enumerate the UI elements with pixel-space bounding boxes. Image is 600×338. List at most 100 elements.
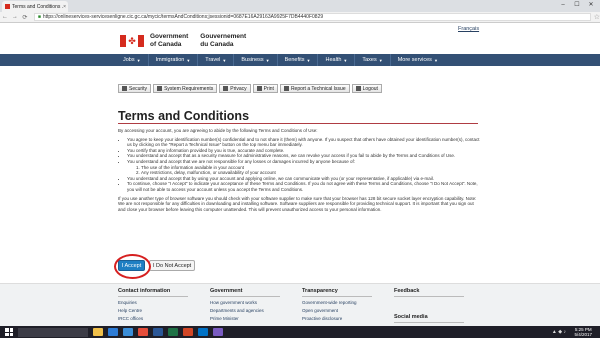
window-controls: – ☐ ✕ — [556, 0, 598, 10]
menu-item-travel[interactable]: Travel ▼ — [198, 54, 235, 66]
highlight-circle — [114, 254, 151, 279]
browser-tab-bar: Terms and Conditions ... × – ☐ ✕ — [0, 0, 600, 12]
chevron-down-icon: ▼ — [343, 57, 348, 63]
chevron-down-icon: ▼ — [222, 57, 227, 63]
footer-government: Government How government works Departme… — [210, 288, 280, 324]
footer-link[interactable]: Government-wide reporting — [302, 300, 372, 305]
sub-list: The use of the information available in … — [141, 165, 480, 176]
taskbar-clock[interactable]: 5:25 PM 5/4/2017 — [574, 327, 592, 337]
outlook-icon[interactable] — [198, 328, 208, 336]
footer-heading[interactable]: Feedback — [394, 288, 464, 297]
chevron-down-icon: ▼ — [433, 57, 438, 63]
footer-link[interactable]: Open government — [302, 308, 372, 313]
main-menu-bar: Jobs ▼ Immigration ▼ Travel ▼ Business ▼ Ben… — [0, 54, 600, 66]
terms-closing: If you use another type of browser softw… — [118, 195, 477, 212]
footer-heading: Transparency — [302, 288, 372, 297]
back-button[interactable]: ← — [0, 14, 10, 20]
menu-item-benefits[interactable]: Benefits ▼ — [278, 54, 319, 66]
menu-item-immigration[interactable]: Immigration ▼ — [149, 54, 199, 66]
report-icon — [283, 86, 289, 91]
address-bar: ← → ⟳ ■ https://onlineservices-servicesen… — [0, 12, 600, 23]
footer-feedback: Feedback Social media — [394, 288, 464, 326]
print-button[interactable]: Print — [252, 84, 278, 93]
chevron-down-icon: ▼ — [306, 57, 311, 63]
windows-start-icon[interactable] — [5, 328, 13, 336]
store-icon[interactable] — [123, 328, 133, 336]
list-item: To continue, choose "I Accept" to indica… — [127, 181, 480, 192]
footer-link[interactable]: Prime Minister — [210, 316, 280, 321]
lock-icon — [122, 86, 127, 91]
footer-link[interactable]: Enquiries — [118, 300, 188, 305]
chevron-down-icon: ▼ — [136, 57, 141, 63]
account-toolbar: Security System Requirements Privacy Pri… — [118, 84, 384, 93]
menu-item-taxes[interactable]: Taxes ▼ — [355, 54, 391, 66]
footer-heading: Contact information — [118, 288, 188, 297]
system-tray-icons[interactable]: ▲ ◆ ♪ — [552, 329, 566, 335]
logout-button[interactable]: Logout — [351, 84, 382, 93]
privacy-button[interactable]: Privacy — [219, 84, 251, 93]
favicon-icon — [5, 4, 10, 9]
chrome-icon[interactable] — [138, 328, 148, 336]
decline-button[interactable]: I Do Not Accept — [149, 260, 196, 271]
reload-button[interactable]: ⟳ — [20, 14, 30, 21]
language-toggle-link[interactable]: Français — [458, 26, 479, 32]
minimize-button[interactable]: – — [556, 0, 570, 10]
tab-title: Terms and Conditions ... — [12, 3, 64, 10]
terms-list: You agree to keep your identification nu… — [127, 137, 480, 193]
url-text: https://onlineservices-servicesenligne.c… — [42, 14, 324, 20]
terms-intro: By accessing your account, you are agree… — [118, 128, 318, 133]
security-button[interactable]: Security — [118, 84, 152, 93]
chevron-down-icon: ▼ — [186, 57, 191, 63]
consent-buttons: I Accept I Do Not Accept — [114, 254, 196, 279]
footer-heading: Government — [210, 288, 280, 297]
taskbar-search-input[interactable] — [18, 327, 88, 337]
powerpoint-icon[interactable] — [183, 328, 193, 336]
logout-icon — [355, 86, 361, 91]
list-item: You agree to keep your identification nu… — [127, 137, 480, 148]
signature-text: Government of Canada Gouvernement du Can… — [150, 33, 258, 48]
printer-icon — [256, 86, 262, 91]
government-signature[interactable]: ✤ Government of Canada Gouvernement du C… — [120, 33, 258, 48]
close-window-button[interactable]: ✕ — [584, 0, 598, 10]
accept-button[interactable]: I Accept — [114, 254, 151, 279]
windows-taskbar: ▲ ◆ ♪ 5:25 PM 5/4/2017 — [0, 326, 600, 338]
file-explorer-icon[interactable] — [93, 328, 103, 336]
excel-icon[interactable] — [168, 328, 178, 336]
maximize-button[interactable]: ☐ — [570, 0, 584, 10]
canada-flag-icon: ✤ — [120, 34, 144, 47]
footer-link[interactable]: Departments and agencies — [210, 308, 280, 313]
forward-button[interactable]: → — [10, 14, 20, 20]
edge-icon[interactable] — [108, 328, 118, 336]
report-issue-button[interactable]: Report a Technical Issue — [279, 84, 350, 93]
footer-transparency: Transparency Government-wide reporting O… — [302, 288, 372, 324]
terms-content: By accessing your account, you are agree… — [118, 128, 480, 215]
footer-social-heading: Social media — [394, 314, 464, 323]
page-title: Terms and Conditions — [118, 109, 250, 123]
footer-link[interactable]: Proactive disclosure — [302, 316, 372, 321]
menu-item-health[interactable]: Health ▼ — [318, 54, 356, 66]
signature-french: Gouvernement du Canada — [200, 33, 247, 48]
footer-link[interactable]: IRCC offices — [118, 316, 188, 321]
title-divider — [118, 123, 478, 124]
system-requirements-button[interactable]: System Requirements — [153, 84, 218, 93]
footer-link[interactable]: Help Centre — [118, 308, 188, 313]
photos-icon[interactable] — [213, 328, 223, 336]
document-icon — [223, 86, 229, 91]
footer-link[interactable]: How government works — [210, 300, 280, 305]
clock-date: 5/4/2017 — [574, 332, 592, 337]
chevron-down-icon: ▼ — [378, 57, 383, 63]
menu-item-jobs[interactable]: Jobs ▼ — [116, 54, 149, 66]
list-item: You understand and accept that we are no… — [127, 159, 480, 176]
browser-tab[interactable]: Terms and Conditions ... × — [2, 1, 68, 12]
tab-close-icon[interactable]: × — [63, 4, 66, 10]
signature-english: Government of Canada — [150, 33, 189, 48]
menu-item-more-services[interactable]: More services ▼ — [391, 54, 445, 66]
word-icon[interactable] — [153, 328, 163, 336]
url-field[interactable]: ■ https://onlineservices-servicesenligne.… — [33, 13, 591, 21]
site-footer: Contact information Enquiries Help Centr… — [0, 283, 600, 326]
computer-icon — [157, 86, 163, 91]
menu-item-business[interactable]: Business ▼ — [234, 54, 278, 66]
chevron-down-icon: ▼ — [265, 57, 270, 63]
lock-icon: ■ — [37, 14, 41, 20]
bookmark-star-icon[interactable]: ☆ — [594, 13, 600, 21]
